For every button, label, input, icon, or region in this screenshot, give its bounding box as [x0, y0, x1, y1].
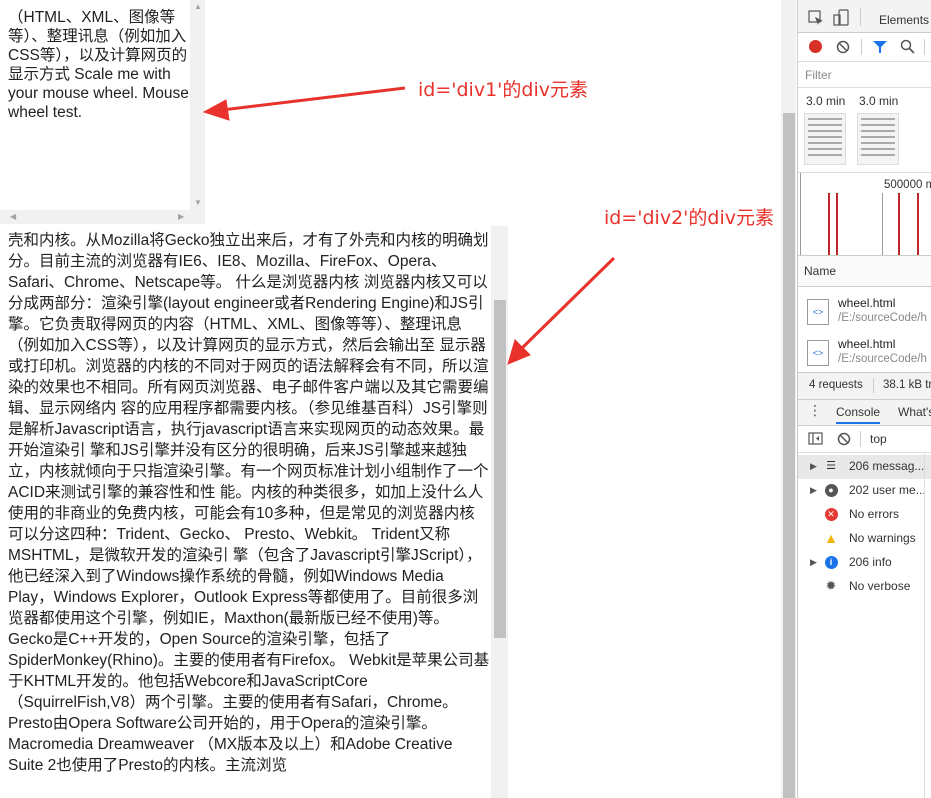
network-toolbar — [798, 33, 931, 62]
console-sidebar-item[interactable]: ▲ No warnings — [798, 527, 931, 551]
scroll-down-icon[interactable]: ▼ — [194, 199, 202, 207]
device-toggle-icon[interactable] — [833, 9, 849, 27]
toolbar-divider — [924, 39, 925, 55]
devtools-panel: Elements Filter 3.0 min 3.0 min 500000 m… — [797, 0, 931, 798]
screenshot-thumbnail[interactable] — [857, 113, 899, 165]
timeline-grid-line — [882, 193, 883, 255]
console-sidebar-item[interactable]: ▶ ● 202 user me... — [798, 479, 931, 503]
tab-whats-new[interactable]: What's — [898, 405, 931, 419]
network-timeline[interactable]: 500000 m — [798, 172, 931, 256]
expand-chevron-icon[interactable]: ▶ — [810, 485, 817, 496]
search-icon[interactable] — [900, 39, 915, 54]
screenshot-time-2: 3.0 min — [859, 94, 899, 108]
request-count: 4 requests — [809, 379, 863, 391]
expand-chevron-icon[interactable]: ▶ — [810, 557, 817, 568]
div2-scrollbar-thumb[interactable] — [494, 300, 506, 638]
clear-console-icon[interactable] — [837, 432, 851, 446]
sidebar-label: 206 messag... — [849, 459, 925, 473]
sidebar-label: 202 user me... — [849, 483, 926, 497]
console-sidebar-item[interactable]: ▶ i 206 info — [798, 551, 931, 575]
page-scrollbar-thumb[interactable] — [783, 113, 795, 798]
console-sidebar-item[interactable]: ▶ ☰ 206 messag... — [798, 455, 931, 479]
request-name: wheel.html — [838, 296, 896, 310]
list-icon: ☰ — [826, 460, 836, 472]
table-row[interactable]: <> wheel.html /E:/sourceCode/h — [798, 291, 931, 331]
tab-elements[interactable]: Elements — [879, 13, 929, 27]
user-icon: ● — [824, 483, 838, 497]
div1-arrowhead — [202, 99, 230, 121]
html-file-icon: <> — [807, 340, 829, 366]
tab-console[interactable]: Console — [836, 405, 881, 424]
toolbar-divider — [860, 8, 861, 26]
drawer-tabbar: ⋮ Console What's — [798, 400, 931, 426]
status-divider — [873, 378, 874, 393]
div1-annotation-label: id='div1'的div元素 — [418, 79, 588, 101]
record-icon[interactable] — [809, 40, 822, 53]
scroll-left-icon[interactable]: ◀ — [10, 213, 16, 221]
inspect-icon[interactable] — [808, 10, 824, 26]
screenshot-time-1: 3.0 min — [806, 94, 846, 108]
name-column-header[interactable]: Name — [804, 264, 836, 278]
div1-box[interactable]: （HTML、XML、图像等等）、整理讯息（例如加入CSS等），以及计算网页的显示… — [0, 0, 205, 224]
context-selector[interactable]: top — [870, 432, 887, 446]
div2-arrow — [518, 256, 616, 352]
network-status-bar: 4 requests 38.1 kB tr — [798, 372, 931, 400]
div1-horizontal-scrollbar[interactable]: ◀ ▶ — [0, 210, 205, 224]
request-path: /E:/sourceCode/h — [838, 312, 927, 324]
sidebar-label: 206 info — [849, 555, 892, 569]
toolbar-divider — [861, 39, 862, 55]
info-icon: i — [824, 555, 838, 569]
filter-bar[interactable]: Filter — [798, 62, 931, 88]
timeline-request-bar — [836, 193, 838, 255]
requests-table-header: Name — [798, 256, 931, 287]
div2-text: 是基于标记语言显示内容的程序或模块。也有一些 浏览器并不区分外壳和内核。从Moz… — [8, 226, 490, 774]
timeline-grid-line — [800, 173, 801, 255]
sidebar-label: No errors — [849, 507, 900, 521]
error-icon: ✕ — [824, 507, 838, 521]
drawer-menu-icon[interactable]: ⋮ — [808, 402, 822, 419]
console-sidebar-item[interactable]: ✹ No verbose — [798, 575, 931, 599]
div1-vertical-scrollbar[interactable]: ▲ ▼ — [190, 0, 205, 210]
screenshot-thumbnail[interactable] — [804, 113, 846, 165]
console-sidebar-item[interactable]: ✕ No errors — [798, 503, 931, 527]
table-row[interactable]: <> wheel.html /E:/sourceCode/h — [798, 332, 931, 372]
warning-icon: ▲ — [824, 530, 838, 546]
request-name: wheel.html — [838, 337, 896, 351]
console-toolbar: top — [798, 426, 931, 453]
timeline-request-bar — [828, 193, 830, 255]
timeline-request-bar — [898, 193, 900, 255]
timeline-request-bar — [917, 193, 919, 255]
request-path: /E:/sourceCode/h — [838, 353, 927, 365]
filter-input[interactable]: Filter — [805, 68, 832, 82]
div1-text: （HTML、XML、图像等等）、整理讯息（例如加入CSS等），以及计算网页的显示… — [8, 9, 189, 121]
toolbar-divider — [860, 431, 861, 447]
div2-arrowhead — [507, 339, 531, 365]
timeline-scale-label: 500000 m — [884, 179, 931, 191]
div2-box[interactable]: 是基于标记语言显示内容的程序或模块。也有一些 浏览器并不区分外壳和内核。从Moz… — [0, 226, 508, 798]
scroll-up-icon[interactable]: ▲ — [194, 3, 202, 11]
bug-icon: ✹ — [825, 578, 837, 593]
clear-icon[interactable] — [836, 40, 850, 54]
sidebar-label: No verbose — [849, 579, 911, 593]
devtools-tabbar: Elements — [798, 0, 931, 33]
transfer-size: 38.1 kB tr — [883, 379, 931, 391]
scroll-right-icon[interactable]: ▶ — [178, 213, 184, 221]
sidebar-label: No warnings — [849, 531, 916, 545]
div2-annotation-label: id='div2'的div元素 — [604, 207, 774, 229]
expand-chevron-icon[interactable]: ▶ — [810, 461, 817, 472]
html-file-icon: <> — [807, 299, 829, 325]
console-split-divider[interactable] — [924, 452, 925, 798]
filter-icon[interactable] — [872, 40, 888, 54]
div1-arrow — [221, 86, 406, 112]
sidebar-toggle-icon[interactable] — [808, 432, 823, 445]
